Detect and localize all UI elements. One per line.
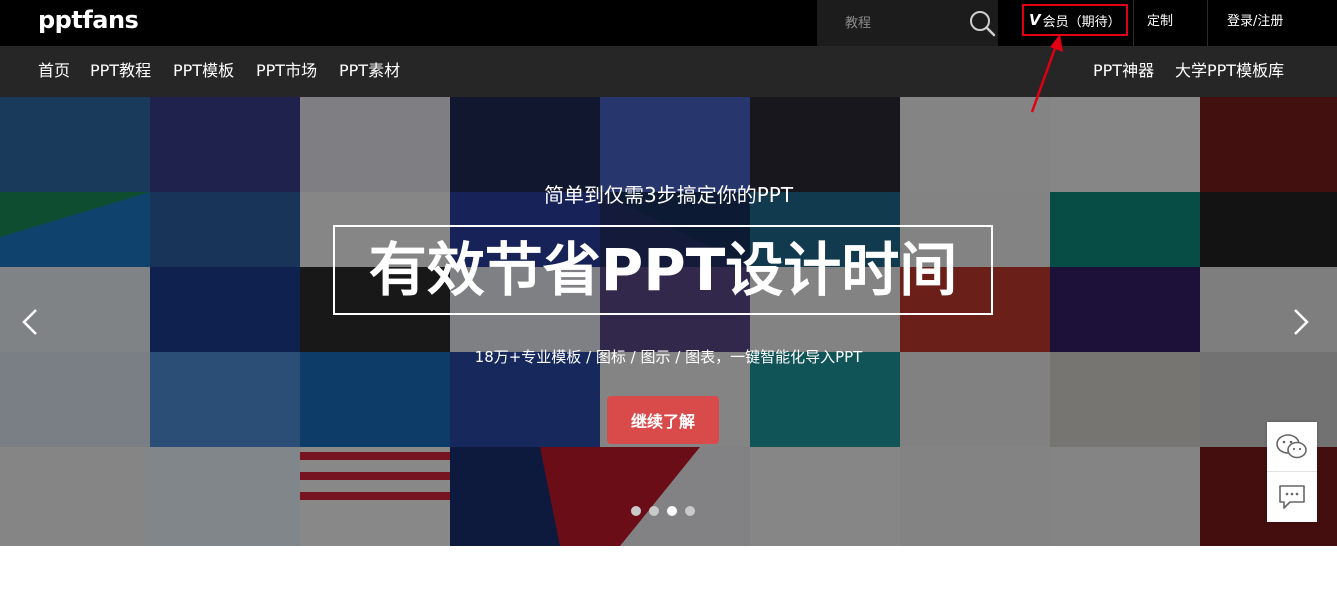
carousel-indicators <box>631 506 701 518</box>
hero-subtitle: 18万+专业模板 / 图标 / 图示 / 图表，一键智能化导入PPT <box>474 348 863 366</box>
top-bar: pptfans V 会员（期待） 定制 登录/注册 <box>0 0 1337 46</box>
wechat-button[interactable] <box>1267 422 1317 471</box>
vip-v-icon: V <box>1029 11 1041 29</box>
carousel-dot-active[interactable] <box>667 506 677 516</box>
search-input[interactable] <box>845 13 955 33</box>
nav-item-university-templates[interactable]: 大学PPT模板库 <box>1175 61 1284 81</box>
nav-item-market[interactable]: PPT市场 <box>256 61 317 81</box>
carousel-dot[interactable] <box>685 506 695 516</box>
annotation-arrow-icon <box>1030 34 1063 113</box>
search-box <box>817 0 998 46</box>
chevron-left-icon[interactable] <box>18 307 44 337</box>
floating-side-tools <box>1267 422 1317 522</box>
nav-item-tutorials[interactable]: PPT教程 <box>90 61 151 81</box>
hero-kicker: 简单到仅需3步搞定你的PPT <box>543 183 794 207</box>
site-logo[interactable]: pptfans <box>38 6 139 34</box>
main-nav: 首页 PPT教程 PPT模板 PPT市场 PPT素材 PPT神器 大学PPT模板… <box>0 46 1337 97</box>
hero-title-frame: 有效节省PPT设计时间 <box>333 225 993 315</box>
hero-title: 有效节省PPT设计时间 <box>368 236 958 304</box>
learn-more-button[interactable]: 继续了解 <box>607 396 719 444</box>
carousel-dot[interactable] <box>649 506 659 516</box>
search-icon[interactable] <box>968 9 996 37</box>
chevron-right-icon[interactable] <box>1287 307 1313 337</box>
feedback-button[interactable] <box>1267 472 1317 521</box>
nav-item-templates[interactable]: PPT模板 <box>173 61 234 81</box>
nav-item-ppt-tools[interactable]: PPT神器 <box>1093 61 1154 81</box>
custom-link[interactable]: 定制 <box>1147 0 1173 46</box>
comment-icon <box>1279 484 1305 509</box>
top-divider <box>1207 0 1208 46</box>
hero-dark-overlay <box>0 97 1337 546</box>
carousel-dot[interactable] <box>631 506 641 516</box>
hero-banner: 简单到仅需3步搞定你的PPT 有效节省PPT设计时间 18万+专业模板 / 图标… <box>0 97 1337 546</box>
login-register-link[interactable]: 登录/注册 <box>1227 0 1283 46</box>
nav-item-home[interactable]: 首页 <box>38 61 70 81</box>
vip-label: 会员（期待） <box>1042 14 1121 30</box>
nav-item-materials[interactable]: PPT素材 <box>339 61 400 81</box>
wechat-icon <box>1276 433 1307 458</box>
top-divider <box>1133 0 1134 46</box>
